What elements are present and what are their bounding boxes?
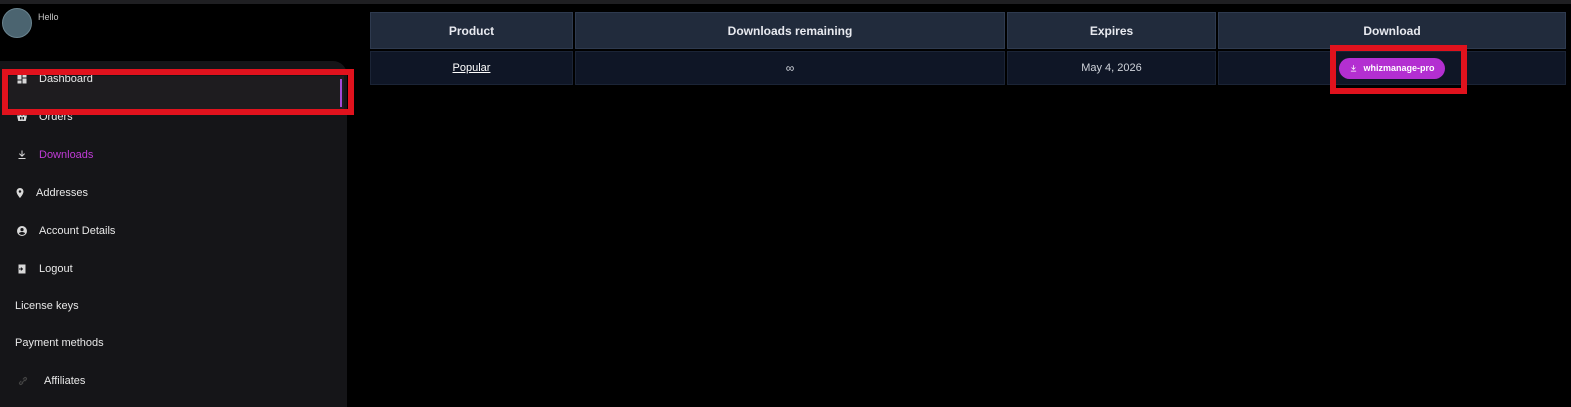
column-header-downloads-remaining: Downloads remaining: [575, 12, 1005, 49]
product-link[interactable]: Popular: [453, 62, 491, 74]
sidebar-item-payment-methods[interactable]: Payment methods: [0, 331, 347, 355]
basket-icon: [15, 110, 29, 124]
user-circle-icon: [15, 224, 29, 238]
page: Hello Dashboard Orders Downloads Address…: [0, 0, 1571, 407]
sidebar-item-dashboard[interactable]: Dashboard: [0, 67, 347, 91]
sidebar-item-account-details[interactable]: Account Details: [0, 219, 347, 243]
greeting-text: Hello: [38, 12, 59, 22]
top-bar: [0, 0, 1571, 4]
cell-downloads-remaining: ∞: [575, 51, 1005, 85]
sidebar-item-label: Addresses: [36, 187, 88, 199]
sidebar-item-label: Payment methods: [15, 337, 104, 349]
cell-download: whizmanage-pro: [1218, 51, 1566, 85]
column-header-download: Download: [1218, 12, 1566, 49]
column-header-product: Product: [370, 12, 573, 49]
sidebar-item-license-keys[interactable]: License keys: [0, 294, 347, 318]
table-row: Popular ∞ May 4, 2026 whizmanage-pro: [370, 51, 1566, 85]
cell-product: Popular: [370, 51, 573, 85]
location-pin-icon: [13, 186, 27, 200]
column-header-expires: Expires: [1007, 12, 1216, 49]
downloads-table: Product Downloads remaining Expires Down…: [368, 10, 1568, 87]
sidebar-item-addresses[interactable]: Addresses: [0, 181, 347, 205]
user-header: Hello: [2, 8, 59, 38]
downloads-remaining-value: ∞: [785, 61, 795, 75]
sidebar-item-logout[interactable]: Logout: [0, 257, 347, 281]
sidebar-item-label: Account Details: [39, 225, 116, 237]
download-icon: [15, 148, 29, 162]
download-button-label: whizmanage-pro: [1363, 63, 1435, 73]
avatar[interactable]: [2, 8, 32, 38]
sidebar-item-label: Downloads: [39, 149, 94, 161]
table-header-row: Product Downloads remaining Expires Down…: [370, 12, 1566, 49]
download-icon: [1351, 64, 1357, 71]
sidebar-item-label: Dashboard: [39, 73, 93, 85]
sidebar-item-label: Logout: [39, 263, 73, 275]
download-file-button[interactable]: whizmanage-pro: [1339, 57, 1445, 79]
sidebar-item-label: License keys: [15, 300, 79, 312]
link-icon: [16, 374, 30, 388]
logout-icon: [15, 262, 29, 276]
cell-expires: May 4, 2026: [1007, 51, 1216, 85]
dashboard-icon: [15, 72, 29, 86]
sidebar-item-label: Affiliates: [44, 375, 86, 387]
sidebar-item-orders[interactable]: Orders: [0, 105, 347, 129]
sidebar-item-label: Orders: [39, 111, 73, 123]
sidebar-item-downloads[interactable]: Downloads: [0, 143, 347, 167]
sidebar-item-affiliates[interactable]: Affiliates: [0, 369, 347, 393]
